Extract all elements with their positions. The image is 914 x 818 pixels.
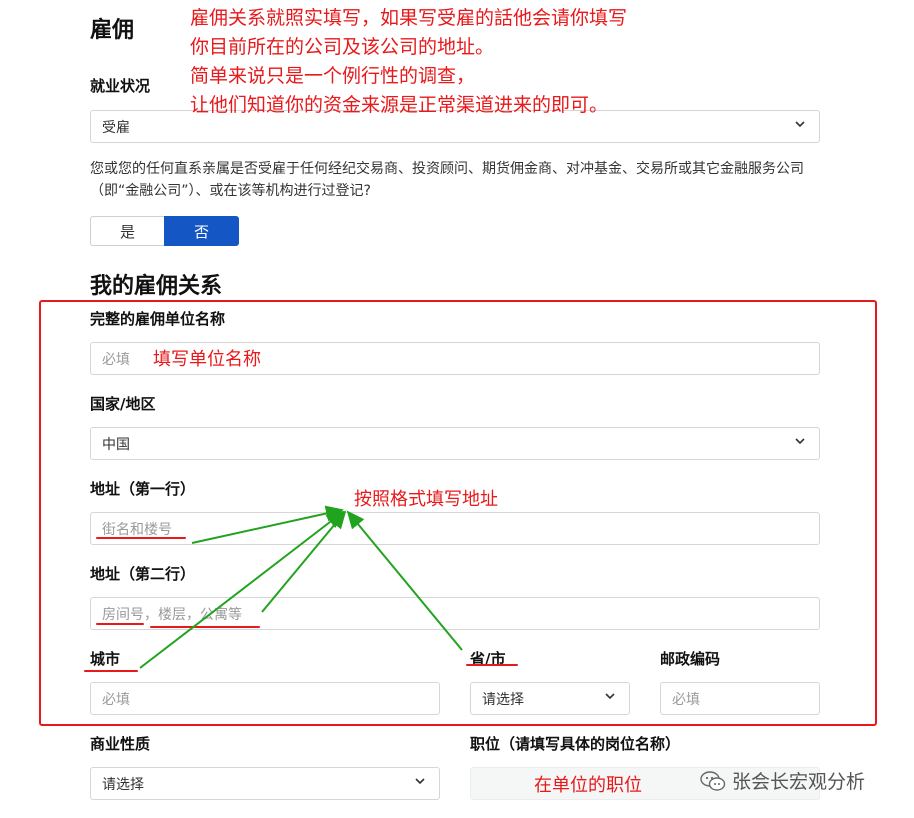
- watermark: 张会长宏观分析: [700, 767, 865, 794]
- arrow-address1: [191, 505, 344, 544]
- watermark-text: 张会长宏观分析: [732, 771, 866, 793]
- arrow-city: [139, 510, 345, 669]
- annotation-arrows: [139, 505, 463, 669]
- wechat-icon: [700, 770, 726, 791]
- arrow-address2: [261, 510, 347, 613]
- arrow-province: [346, 510, 463, 651]
